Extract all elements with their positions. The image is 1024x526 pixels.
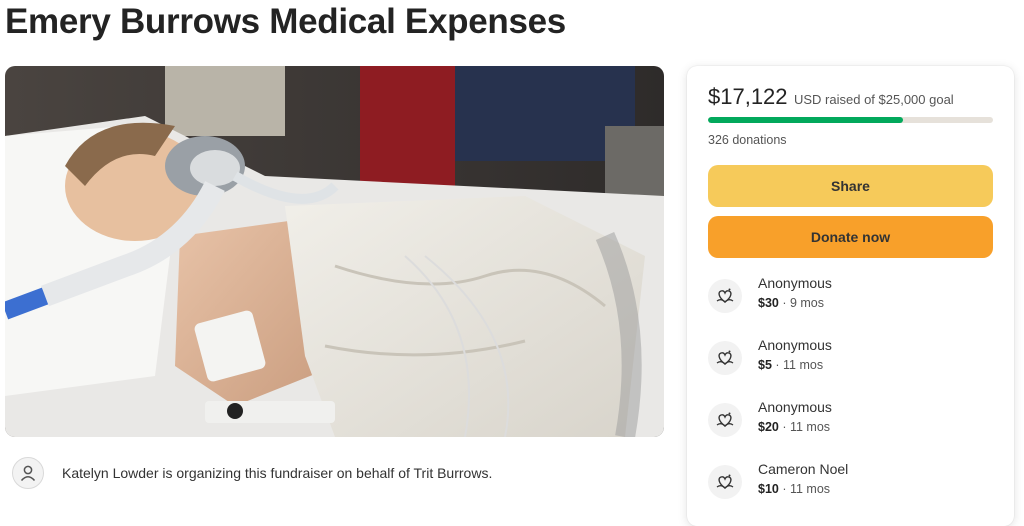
- donation-time: · 11 mos: [771, 358, 824, 372]
- raised-goal-text: USD raised of $25,000 goal: [793, 92, 954, 107]
- progress-bar: [708, 117, 993, 123]
- donor-name: Cameron Noel: [758, 461, 849, 477]
- donation-heart-icon: [708, 341, 742, 375]
- donate-now-button[interactable]: Donate now: [708, 216, 993, 258]
- donation-item: Cameron Noel $10 · 11 mos: [708, 461, 993, 505]
- donor-name: Anonymous: [758, 337, 832, 353]
- donation-time: · 9 mos: [778, 296, 825, 310]
- share-button[interactable]: Share: [708, 165, 993, 207]
- donation-meta: $10 · 11 mos: [758, 482, 830, 496]
- donation-meta: $20 · 11 mos: [758, 420, 830, 434]
- organizer-text: Katelyn Lowder is organizing this fundra…: [62, 465, 493, 481]
- donation-heart-icon: [708, 279, 742, 313]
- donation-heart-icon: [708, 465, 742, 499]
- progress-fill: [708, 117, 904, 123]
- donor-name: Anonymous: [758, 275, 832, 291]
- hospital-photo: [5, 66, 664, 437]
- donation-amount: $20: [758, 420, 779, 434]
- user-icon: [12, 457, 44, 489]
- donation-amount: $5: [758, 358, 772, 372]
- page-title: Emery Burrows Medical Expenses: [5, 2, 566, 41]
- donation-meta: $30 · 9 mos: [758, 296, 824, 310]
- donor-name: Anonymous: [758, 399, 832, 415]
- raised-summary: $17,122 USD raised of $25,000 goal: [708, 84, 954, 110]
- donation-heart-icon: [708, 403, 742, 437]
- donation-amount: $10: [758, 482, 779, 496]
- donation-item: Anonymous $20 · 11 mos: [708, 399, 993, 443]
- donation-meta: $5 · 11 mos: [758, 358, 823, 372]
- donation-item: Anonymous $30 · 9 mos: [708, 275, 993, 319]
- donation-item: Anonymous $5 · 11 mos: [708, 337, 993, 381]
- organizer-info: Katelyn Lowder is organizing this fundra…: [12, 455, 652, 491]
- donation-panel: $17,122 USD raised of $25,000 goal 326 d…: [687, 66, 1014, 526]
- campaign-photo[interactable]: [5, 66, 664, 437]
- donation-amount: $30: [758, 296, 779, 310]
- donation-time: · 11 mos: [778, 420, 831, 434]
- donation-time: · 11 mos: [778, 482, 831, 496]
- donation-count: 326 donations: [708, 133, 787, 147]
- raised-amount: $17,122: [708, 84, 788, 109]
